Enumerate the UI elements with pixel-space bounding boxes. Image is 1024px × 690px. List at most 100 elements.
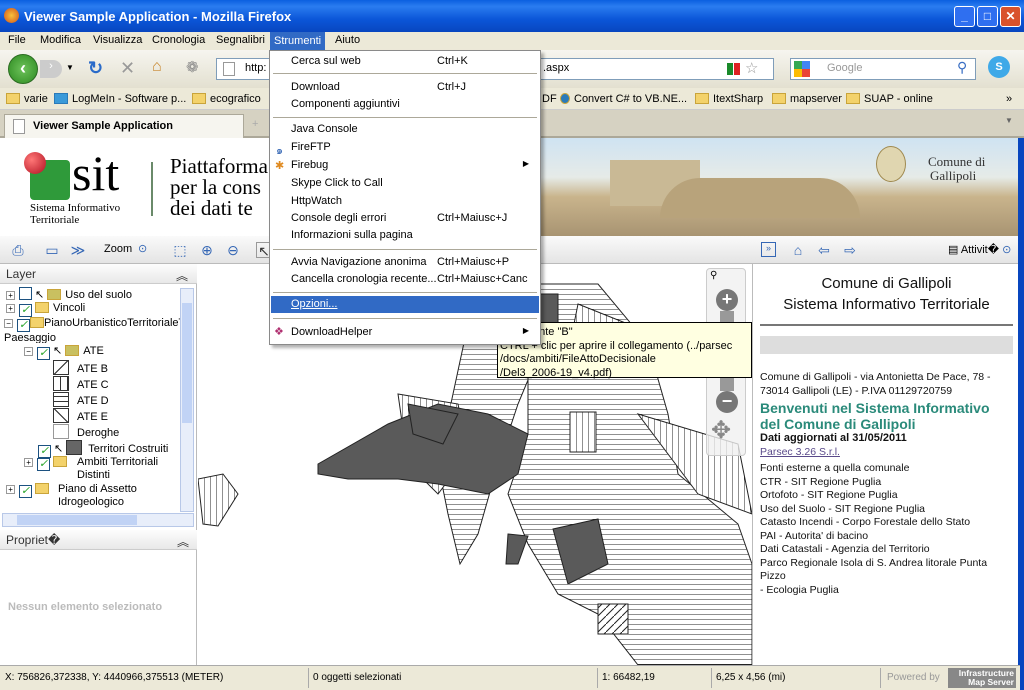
home-map-icon[interactable]: ⌂ bbox=[790, 242, 806, 258]
search-input[interactable]: Google ⚲ bbox=[790, 58, 976, 80]
menu-visualizza[interactable]: Visualizza bbox=[93, 34, 142, 46]
reload-icon[interactable]: ↻ bbox=[88, 58, 103, 79]
source-item: CTR - SIT Regione Puglia bbox=[760, 475, 882, 488]
bookmark-star-icon[interactable]: ☆ bbox=[745, 59, 758, 77]
extent-readout: 6,25 x 4,56 (mi) bbox=[716, 672, 786, 683]
menu-item-componenti[interactable]: Componenti aggiuntivi bbox=[271, 96, 539, 113]
zoom-out-icon[interactable]: ⊖ bbox=[225, 242, 241, 258]
collapse-icon[interactable]: ︽ bbox=[177, 533, 189, 550]
logo-subtitle: Territoriale bbox=[30, 214, 80, 226]
menu-cronologia[interactable]: Cronologia bbox=[152, 34, 205, 46]
zoom-in-button[interactable]: + bbox=[716, 289, 738, 311]
skype-icon[interactable]: S bbox=[988, 56, 1010, 78]
divider bbox=[151, 162, 153, 216]
layer-horizontal-scrollbar[interactable] bbox=[2, 513, 194, 527]
layer-vertical-scrollbar[interactable] bbox=[180, 288, 194, 512]
chevron-down-icon[interactable]: ⊙ bbox=[138, 242, 147, 255]
divider bbox=[760, 324, 1013, 326]
menu-item-opzioni[interactable]: Opzioni... bbox=[271, 296, 539, 313]
menu-item-navigazione-anonima[interactable]: Avvia Navigazione anonima Ctrl+Maiusc+P bbox=[271, 254, 539, 271]
layer-item[interactable]: + ✓ Ambiti Territoriali Distinti bbox=[24, 456, 158, 484]
search-placeholder: Google bbox=[827, 62, 863, 74]
strumenti-menu: Cerca sul web Ctrl+K Download Ctrl+J Compo… bbox=[269, 50, 541, 345]
logo-subtitle: Sistema Informativo bbox=[30, 202, 121, 214]
bookmark-folder[interactable]: mapserver bbox=[772, 93, 842, 105]
forward-button[interactable]: › bbox=[40, 60, 62, 78]
zoom-dropdown[interactable]: Zoom bbox=[104, 243, 132, 255]
properties-empty-message: Nessun elemento selezionato bbox=[8, 601, 163, 613]
menu-item-informazioni[interactable]: Informazioni sulla pagina bbox=[271, 227, 539, 244]
menu-aiuto[interactable]: Aiuto bbox=[335, 34, 360, 46]
zoom-in-icon[interactable]: ⊕ bbox=[199, 242, 215, 258]
source-item: Dati Catastali - Agenzia del Territorio bbox=[760, 543, 930, 555]
menu-item-java-console[interactable]: Java Console bbox=[271, 121, 539, 138]
stop-icon[interactable]: ✕ bbox=[120, 58, 135, 79]
menu-item-download[interactable]: Download Ctrl+J bbox=[271, 79, 539, 96]
bookmark-link[interactable]: DF bbox=[542, 93, 557, 105]
menu-strumenti[interactable]: Strumenti bbox=[270, 32, 326, 50]
menu-item-cerca-sul-web[interactable]: Cerca sul web Ctrl+K bbox=[271, 53, 539, 70]
sit-logo-text: sit bbox=[72, 145, 120, 201]
zoom-window-icon[interactable]: ⬚ bbox=[172, 242, 188, 258]
bookmark-folder[interactable]: SUAP - online bbox=[846, 93, 933, 105]
pin-icon bbox=[24, 152, 46, 174]
expand-panel-button[interactable]: » bbox=[761, 242, 776, 257]
bookmark-folder[interactable]: ItextSharp bbox=[695, 93, 763, 105]
menu-separator bbox=[273, 292, 537, 293]
window-title: Viewer Sample Application - Mozilla Fire… bbox=[24, 9, 292, 24]
layer-item[interactable]: − ✓ PianoUrbanisticoTerritorialeTe Paesaggi… bbox=[4, 317, 180, 343]
bookmarks-overflow-button[interactable]: » bbox=[1006, 93, 1012, 105]
home-icon[interactable]: ⌂ bbox=[152, 58, 162, 76]
layer-item[interactable]: + ↖ Uso del suolo bbox=[6, 287, 132, 303]
legend-item: Deroghe bbox=[53, 424, 119, 440]
activity-dropdown[interactable]: ▤ Attivit� ⊙ bbox=[948, 243, 1011, 256]
measure-icon[interactable]: ▭ bbox=[44, 242, 60, 258]
menu-item-cancella-cronologia[interactable]: Cancella cronologia recente... Ctrl+Maius… bbox=[271, 271, 539, 288]
menu-item-skype[interactable]: Skype Click to Call bbox=[271, 175, 539, 192]
layer-item[interactable]: + ✓ Vincoli bbox=[6, 302, 85, 318]
legend-item: ATE E bbox=[53, 408, 108, 424]
history-dropdown-icon[interactable]: ▼ bbox=[66, 63, 74, 72]
arrow-right-icon[interactable]: ⇨ bbox=[842, 242, 858, 258]
maximize-button[interactable]: □ bbox=[977, 6, 998, 27]
menu-item-httpwatch[interactable]: HttpWatch bbox=[271, 193, 539, 210]
tab-list-button[interactable]: ▼ bbox=[1005, 116, 1013, 125]
menu-item-console-errori[interactable]: Console degli errori Ctrl+Maiusc+J bbox=[271, 210, 539, 227]
page-icon bbox=[223, 62, 235, 76]
source-item: Fonti esterne a quella comunale bbox=[760, 462, 910, 474]
page-icon bbox=[13, 119, 25, 134]
tab-viewer[interactable]: Viewer Sample Application bbox=[4, 114, 244, 138]
menu-file[interactable]: File bbox=[8, 34, 26, 46]
menu-segnalibri[interactable]: Segnalibri bbox=[216, 34, 265, 46]
buffer-icon[interactable]: ≫ bbox=[70, 242, 86, 258]
bookmark-folder[interactable]: ecografico bbox=[192, 93, 261, 105]
addon-icon[interactable]: ❁ bbox=[186, 58, 199, 76]
layer-item[interactable]: + ✓ Piano di Assetto Idrogeologico bbox=[6, 483, 137, 511]
bookmark-link[interactable]: Convert C# to VB.NE... bbox=[560, 93, 687, 105]
menu-item-firebug[interactable]: ✱ Firebug ▶ bbox=[271, 157, 539, 174]
menu-item-fireftp[interactable]: ๑ FireFTP bbox=[271, 139, 539, 157]
legend-item: ATE B bbox=[53, 360, 108, 376]
layer-item[interactable]: − ✓ ↖ ATE bbox=[24, 344, 104, 360]
legend-item: ATE C bbox=[53, 376, 109, 392]
source-item: Uso del Suolo - SIT Regione Puglia bbox=[760, 502, 925, 515]
parsec-link[interactable]: Parsec 3.26 S.r.l. bbox=[760, 446, 1013, 460]
menu-modifica[interactable]: Modifica bbox=[40, 34, 81, 46]
bookmark-folder[interactable]: varie bbox=[6, 93, 48, 105]
pan-arrows-icon[interactable]: ✥ bbox=[711, 419, 731, 443]
collapse-icon[interactable]: ︽ bbox=[176, 267, 188, 284]
google-icon[interactable] bbox=[794, 61, 810, 77]
arrow-left-icon[interactable]: ⇦ bbox=[816, 242, 832, 258]
close-button[interactable]: ✕ bbox=[1000, 6, 1021, 27]
menu-item-downloadhelper[interactable]: ❖ DownloadHelper ▶ bbox=[271, 324, 539, 341]
info-panel: Comune di Gallipoli Sistema Informativo T… bbox=[752, 264, 1020, 665]
layer-item[interactable]: ✓ ↖ Territori Costruiti bbox=[38, 440, 168, 458]
print-icon[interactable]: ⎙ bbox=[10, 242, 26, 258]
bookmark-link[interactable]: LogMeIn - Software p... bbox=[54, 93, 186, 105]
minimize-button[interactable]: _ bbox=[954, 6, 975, 27]
window-border bbox=[1018, 138, 1024, 690]
zoom-out-button[interactable]: − bbox=[716, 391, 738, 413]
search-icon[interactable]: ⚲ bbox=[957, 59, 967, 76]
new-tab-button[interactable]: + bbox=[252, 118, 258, 130]
back-button[interactable]: ‹ bbox=[8, 54, 38, 84]
